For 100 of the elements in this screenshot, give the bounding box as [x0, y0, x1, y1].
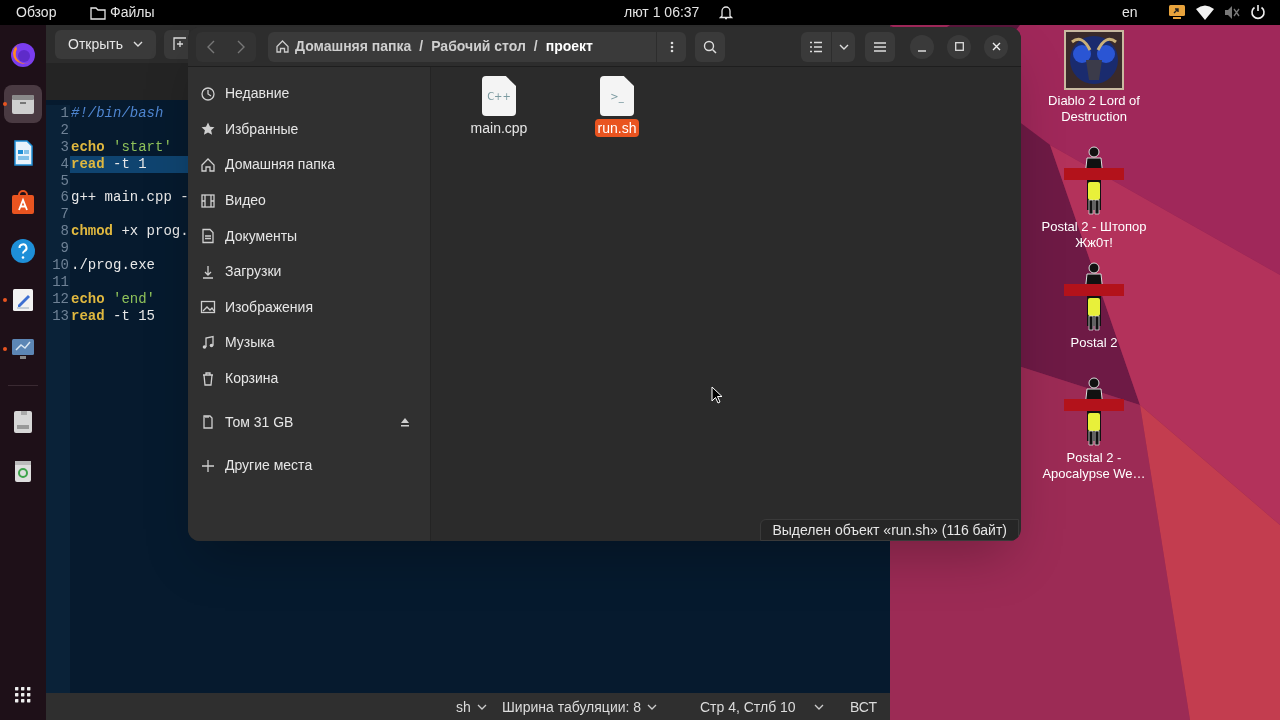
help-icon — [9, 237, 37, 265]
folder-icon — [90, 5, 106, 20]
sidebar-item[interactable]: Домашняя папка — [188, 147, 430, 183]
maximize-button[interactable] — [947, 34, 971, 59]
wifi-icon — [1196, 4, 1214, 20]
code-line: read -t 15 — [71, 307, 156, 324]
clock-icon — [200, 85, 216, 102]
search-button[interactable] — [695, 31, 725, 62]
code-line: ./prog.exe — [71, 257, 155, 273]
code-line: g++ main.cpp - — [71, 189, 189, 206]
sidebar-item[interactable]: Музыка — [188, 325, 430, 361]
code-line: #!/bin/bash — [71, 105, 164, 121]
caret-icon — [133, 41, 143, 47]
line-number: 12 — [52, 290, 69, 308]
file-icon: >_ — [600, 76, 634, 116]
new-tab-button[interactable] — [164, 29, 189, 59]
minimize-button[interactable] — [910, 34, 934, 59]
language-dropdown[interactable]: sh — [456, 697, 487, 717]
game-icon — [1063, 377, 1125, 447]
line-number: 3 — [60, 138, 69, 156]
line-number: 2 — [60, 121, 69, 139]
line-number: 11 — [52, 273, 69, 291]
forward-icon — [237, 39, 245, 54]
bell-icon — [719, 5, 734, 20]
music-note-icon — [200, 334, 216, 351]
line-number: 7 — [60, 206, 69, 224]
menu-icon — [874, 41, 886, 52]
game-icon — [1063, 262, 1125, 332]
sidebar-item[interactable]: Изображения — [188, 289, 430, 326]
search-icon — [703, 39, 717, 54]
browser-icon — [9, 41, 37, 69]
muted-speaker-icon — [1224, 4, 1240, 20]
minimize-icon — [918, 49, 926, 52]
line-number: 6 — [60, 189, 69, 207]
cursor-position: Стр 4, Стлб 10 — [700, 699, 796, 715]
line-number: 8 — [60, 223, 69, 241]
code-line: echo 'start' — [71, 138, 172, 155]
code-line: chmod +x prog. — [71, 223, 189, 240]
cursor-icon — [711, 386, 723, 404]
sidebar-item[interactable]: Другие места — [188, 447, 430, 484]
app-menu[interactable]: Файлы — [90, 2, 155, 23]
line-number: 4 — [60, 155, 69, 173]
code-line: read -t 1 — [71, 155, 147, 172]
eject-icon — [400, 417, 410, 428]
activities-button[interactable]: Обзор — [8, 2, 65, 23]
line-number: 1 — [60, 105, 69, 122]
tab-width-dropdown[interactable]: Ширина табуляции: 8 — [502, 697, 658, 717]
document-icon — [200, 228, 216, 245]
film-icon — [200, 192, 216, 209]
file-item[interactable]: C++ main.cpp — [459, 76, 539, 137]
path-segment[interactable]: проект — [545, 36, 593, 57]
power-icon — [1250, 4, 1266, 20]
path-segment[interactable]: Домашняя папка — [275, 36, 412, 57]
image-icon — [200, 299, 216, 316]
caret-icon — [647, 704, 658, 710]
path-segment[interactable]: Рабочий стол — [431, 36, 526, 57]
grid-icon — [13, 685, 33, 705]
code-line: echo 'end' — [71, 290, 156, 307]
sidebar-item[interactable]: Видео — [188, 182, 430, 219]
sidebar-item[interactable]: Корзина — [188, 360, 430, 397]
caret-icon — [476, 704, 487, 710]
status-message: Выделен объект «run.sh» (116 байт) — [760, 519, 1019, 541]
sd-card-icon — [200, 414, 216, 431]
more-icon — [669, 40, 674, 53]
insert-mode-button[interactable]: ВСТ — [850, 697, 878, 717]
trash-icon — [200, 370, 216, 387]
sidebar-item[interactable]: Недавние — [188, 76, 430, 112]
home-icon — [200, 157, 216, 173]
list-view-button[interactable] — [801, 31, 831, 62]
eject-button[interactable] — [400, 417, 410, 428]
sidebar-item[interactable]: Избранные — [188, 111, 430, 148]
dock-app-button[interactable] — [4, 85, 42, 123]
open-button[interactable]: Открыть — [55, 29, 156, 59]
list-icon — [809, 40, 823, 53]
back-icon — [207, 39, 215, 54]
game-icon — [1064, 30, 1124, 90]
shopping-bag-icon — [9, 188, 37, 216]
home-icon — [275, 39, 290, 54]
screen-share-icon — [1168, 4, 1186, 20]
view-options-button[interactable] — [831, 31, 855, 62]
language-button[interactable]: en — [1118, 2, 1142, 23]
line-number: 13 — [52, 307, 69, 325]
line-number: 10 — [52, 257, 69, 274]
sidebar-item[interactable]: Загрузки — [188, 253, 430, 290]
clock-button[interactable]: лют 1 06:37 — [624, 2, 734, 23]
file-item[interactable]: >_ run.sh — [577, 76, 657, 137]
sidebar-item[interactable]: Том 31 GB — [188, 404, 430, 440]
maximize-icon — [954, 42, 964, 51]
line-number: 5 — [60, 172, 69, 190]
menu-button[interactable] — [865, 31, 895, 62]
caret-icon — [838, 43, 849, 50]
close-button[interactable] — [984, 34, 1008, 59]
new-tab-icon — [173, 37, 187, 51]
game-icon — [1063, 146, 1125, 216]
download-icon — [200, 263, 216, 280]
path-bar[interactable]: Домашняя папка / Рабочий стол / проект — [268, 31, 656, 62]
line-number: 9 — [60, 240, 69, 257]
file-icon: C++ — [482, 76, 516, 116]
path-separator: / — [419, 37, 424, 56]
sidebar-item[interactable]: Документы — [188, 218, 430, 254]
